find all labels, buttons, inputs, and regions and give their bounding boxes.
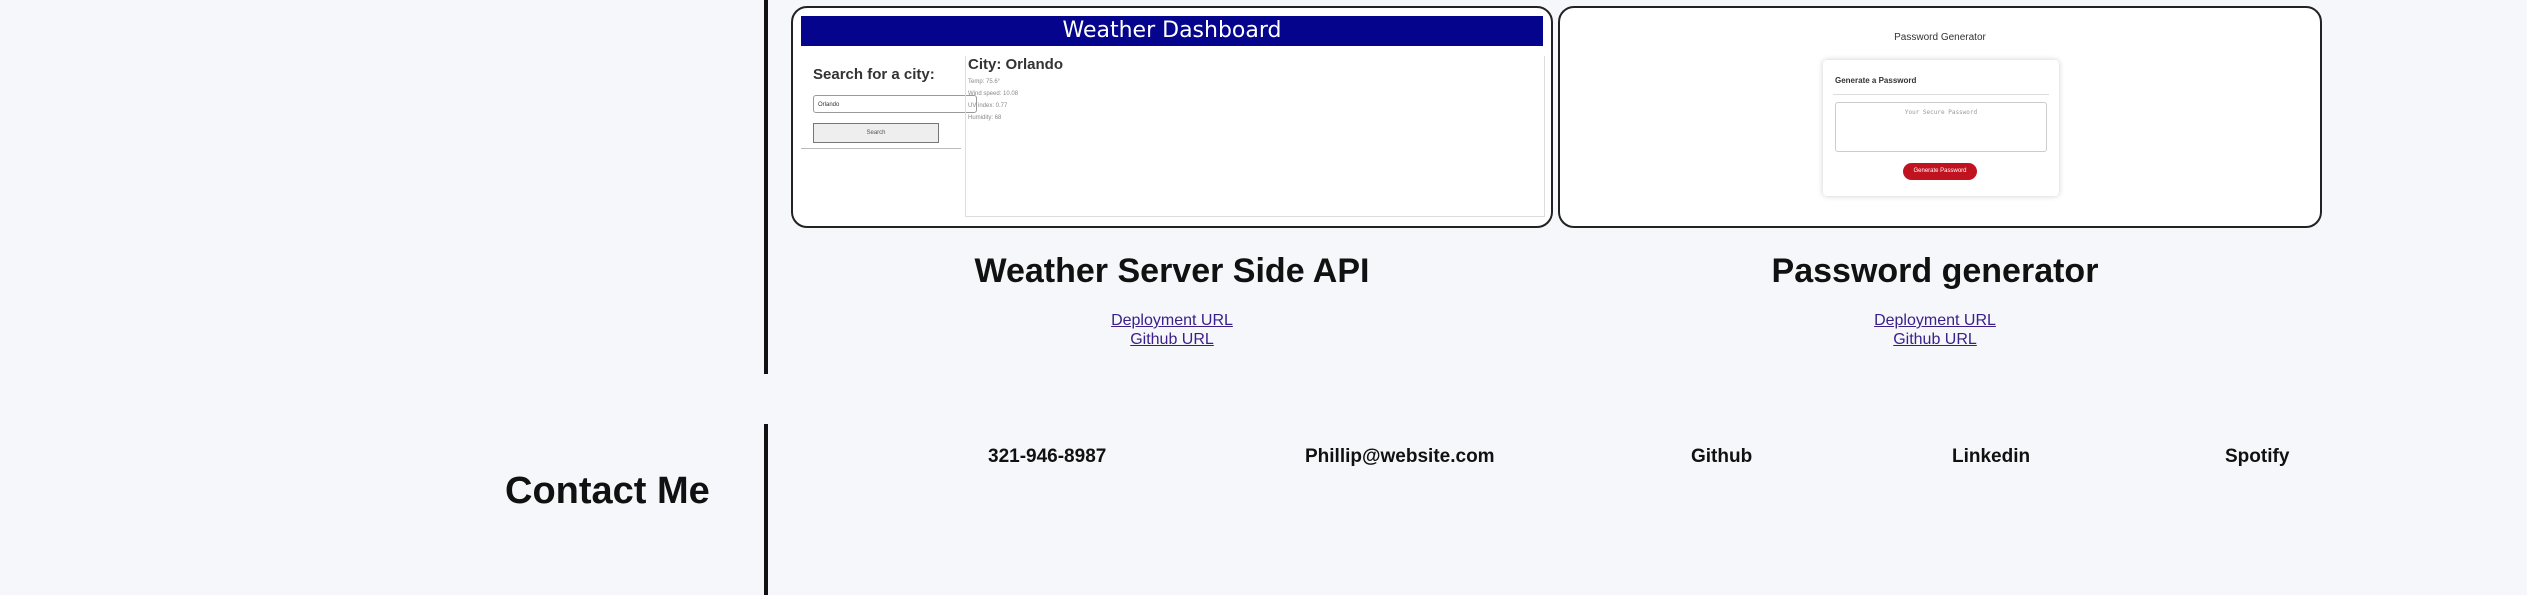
weather-search-panel: Search for a city: Orlando Search: [813, 56, 977, 143]
section-divider-contact: [764, 424, 768, 595]
password-deployment-link[interactable]: Deployment URL: [1555, 312, 2315, 330]
password-github-link[interactable]: Github URL: [1555, 331, 2315, 349]
contact-phone[interactable]: 321-946-8987: [988, 446, 1106, 468]
weather-search-input: Orlando: [813, 95, 977, 113]
password-card-heading: Generate a Password: [1835, 76, 1917, 85]
generate-password-button: Generate Password: [1903, 163, 1977, 180]
weather-detail: Temp: 75.6°: [968, 79, 1001, 85]
weather-city-name: City: Orlando: [968, 56, 1064, 73]
password-card: Generate a Password Your Secure Password…: [1823, 60, 2059, 196]
weather-search-button: Search: [813, 123, 939, 143]
contact-spotify-link[interactable]: Spotify: [2225, 446, 2289, 468]
weather-dashboard-header: Weather Dashboard: [801, 16, 1543, 46]
contact-linkedin-link[interactable]: Linkedin: [1952, 446, 2030, 468]
cut-off-link[interactable]: [1133, 0, 1243, 4]
project-title-weather: Weather Server Side API: [974, 252, 1370, 290]
contact-github-link[interactable]: Github: [1691, 446, 1752, 468]
weather-preview-card[interactable]: Weather Dashboard Search for a city: Orl…: [791, 6, 1553, 228]
password-textarea: Your Secure Password: [1835, 102, 2047, 152]
weather-deployment-link[interactable]: Deployment URL: [792, 312, 1552, 330]
weather-detail: Humidity: 68: [968, 115, 1002, 121]
weather-detail: UV index: 0.77: [968, 103, 1008, 109]
password-preview-card[interactable]: Password Generator Generate a Password Y…: [1558, 6, 2322, 228]
section-divider-projects: [764, 0, 768, 374]
contact-heading: Contact Me: [505, 470, 710, 512]
password-card-divider: [1833, 94, 2049, 95]
weather-results-panel: City: Orlando Temp: 75.6° Wind speed: 10…: [965, 56, 1545, 217]
project-title-password: Password generator: [1771, 252, 2099, 290]
cut-off-link[interactable]: [1895, 0, 2005, 4]
password-page-title: Password Generator: [1894, 32, 1986, 43]
weather-detail: Wind speed: 10.08: [968, 91, 1019, 97]
weather-side-divider: [801, 148, 961, 149]
contact-email[interactable]: Phillip@website.com: [1305, 446, 1495, 468]
weather-search-heading: Search for a city:: [813, 66, 935, 83]
weather-github-link[interactable]: Github URL: [792, 331, 1552, 349]
